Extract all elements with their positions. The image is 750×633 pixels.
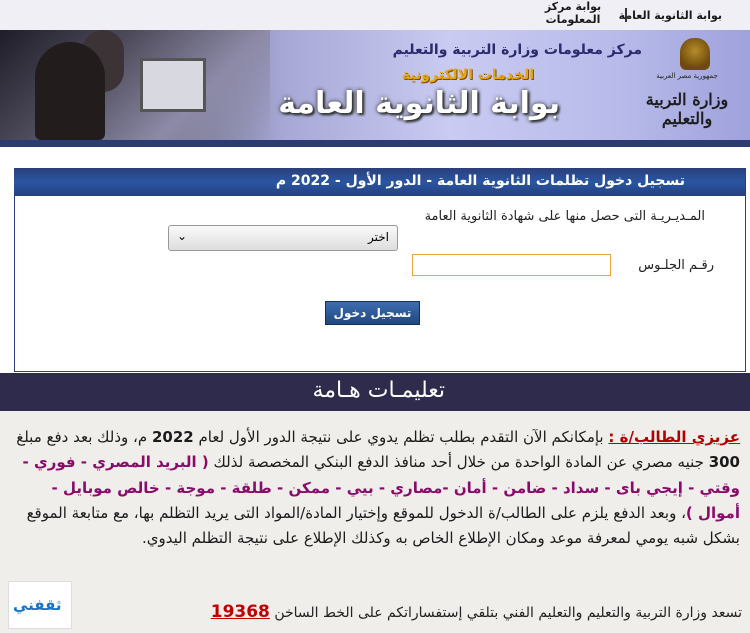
instructions-text: عزيزي الطالب/ة : بإمكانكم الآن التقدم بط… (8, 425, 740, 551)
photo-person (35, 42, 105, 140)
info-center-line1: بوابة مركز (544, 0, 602, 13)
portal-title: بوابة الثانوية العامة (278, 86, 560, 121)
hotline-number[interactable]: 19368 (211, 602, 270, 622)
eservices-title: الخدمات الالكترونية (401, 67, 534, 83)
directorate-value: اختر (368, 230, 389, 244)
top-separator (625, 8, 627, 22)
header-strip (0, 140, 750, 147)
instructions-bar: تعليمـات هـامة (0, 373, 750, 411)
hotline-text: تسعد وزارة التربية والتعليم والتعليم الف… (211, 602, 742, 622)
info-center-title: مركز معلومات وزارة التربية والتعليم (392, 42, 642, 58)
directorate-label: المـديـريـة التى حصل منها على شهادة الثا… (424, 209, 705, 224)
instr-text1: بإمكانكم الآن التقدم بطلب تظلم يدوي على … (193, 428, 609, 446)
instr-text3: جنيه مصري عن المادة الواحدة من خلال أحد … (208, 453, 709, 472)
login-heading: تسجيل دخول تظلمات الثانوية العامة - الدو… (275, 173, 685, 189)
thaqafni-logo[interactable]: ثقفني (8, 581, 72, 629)
hotline-label: تسعد وزارة التربية والتعليم والتعليم الف… (269, 605, 742, 621)
directorate-select[interactable]: اختر ⌄ (168, 225, 398, 251)
seat-number-input[interactable] (412, 254, 611, 276)
ministry-caption: جمهورية مصر العربية (656, 72, 718, 80)
instructions-heading: تعليمـات هـامة (312, 378, 445, 403)
eagle-emblem-icon (680, 38, 710, 70)
dear-student: عزيزي الطالب/ة : (608, 428, 740, 446)
ministry-logo: وزارة التربية والتعليم (645, 90, 729, 128)
instr-text4: ، وبعد الدفع يلزم على الطالب/ة الدخول لل… (26, 503, 740, 548)
amount-value: 300 (708, 453, 740, 472)
thaqafni-label: ثقفني (13, 596, 62, 614)
instr-text2: م، وذلك بعد دفع مبلغ (16, 428, 152, 446)
login-form (14, 168, 746, 372)
portal-link[interactable]: بوابة الثانوية العامة (619, 9, 722, 22)
info-center-link[interactable]: بوابة مركز المعلومات (543, 0, 603, 26)
top-bar: بوابة الثانوية العامة بوابة مركز المعلوم… (0, 0, 750, 30)
students-photo (0, 30, 270, 140)
chevron-down-icon: ⌄ (177, 229, 188, 243)
login-form-header: تسجيل دخول تظلمات الثانوية العامة - الدو… (14, 168, 745, 196)
header-banner: مركز معلومات وزارة التربية والتعليم الخد… (0, 30, 750, 140)
seat-number-label: رقـم الجلـوس (638, 258, 714, 273)
login-button[interactable]: تسجيل دخول (325, 301, 420, 325)
photo-monitor (140, 58, 206, 112)
year-value: 2022 (151, 428, 194, 446)
info-center-line2: المعلومات (545, 13, 601, 26)
